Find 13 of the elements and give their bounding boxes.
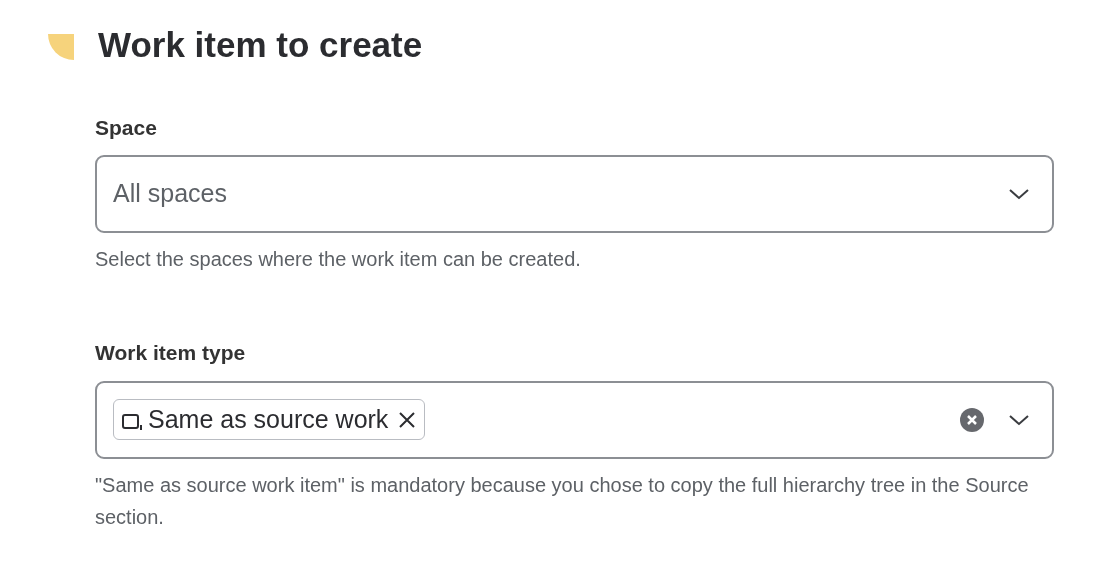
help-text: "Same as source work item" is mandatory because you chose to copy the full hierarchy tree in the Source section. xyxy=(95,472,1030,530)
clear-icon[interactable] xyxy=(960,407,984,432)
selected-tag[interactable]: Same as source work xyxy=(113,398,426,441)
remove-icon[interactable] xyxy=(398,410,417,429)
chevron-down-icon[interactable] xyxy=(1008,413,1030,426)
field-label: Work item type xyxy=(95,340,246,366)
chevron-down-icon[interactable] xyxy=(1008,188,1030,200)
select-value: All spaces xyxy=(113,178,227,210)
select-field[interactable]: All spaces xyxy=(95,155,1054,233)
help-text: Select the spaces where the work item can be created. xyxy=(95,247,582,272)
section-title: Work item to create xyxy=(98,24,423,66)
field-label: Space xyxy=(95,114,157,141)
multi-select-field[interactable]: Same as source work xyxy=(95,380,1054,459)
